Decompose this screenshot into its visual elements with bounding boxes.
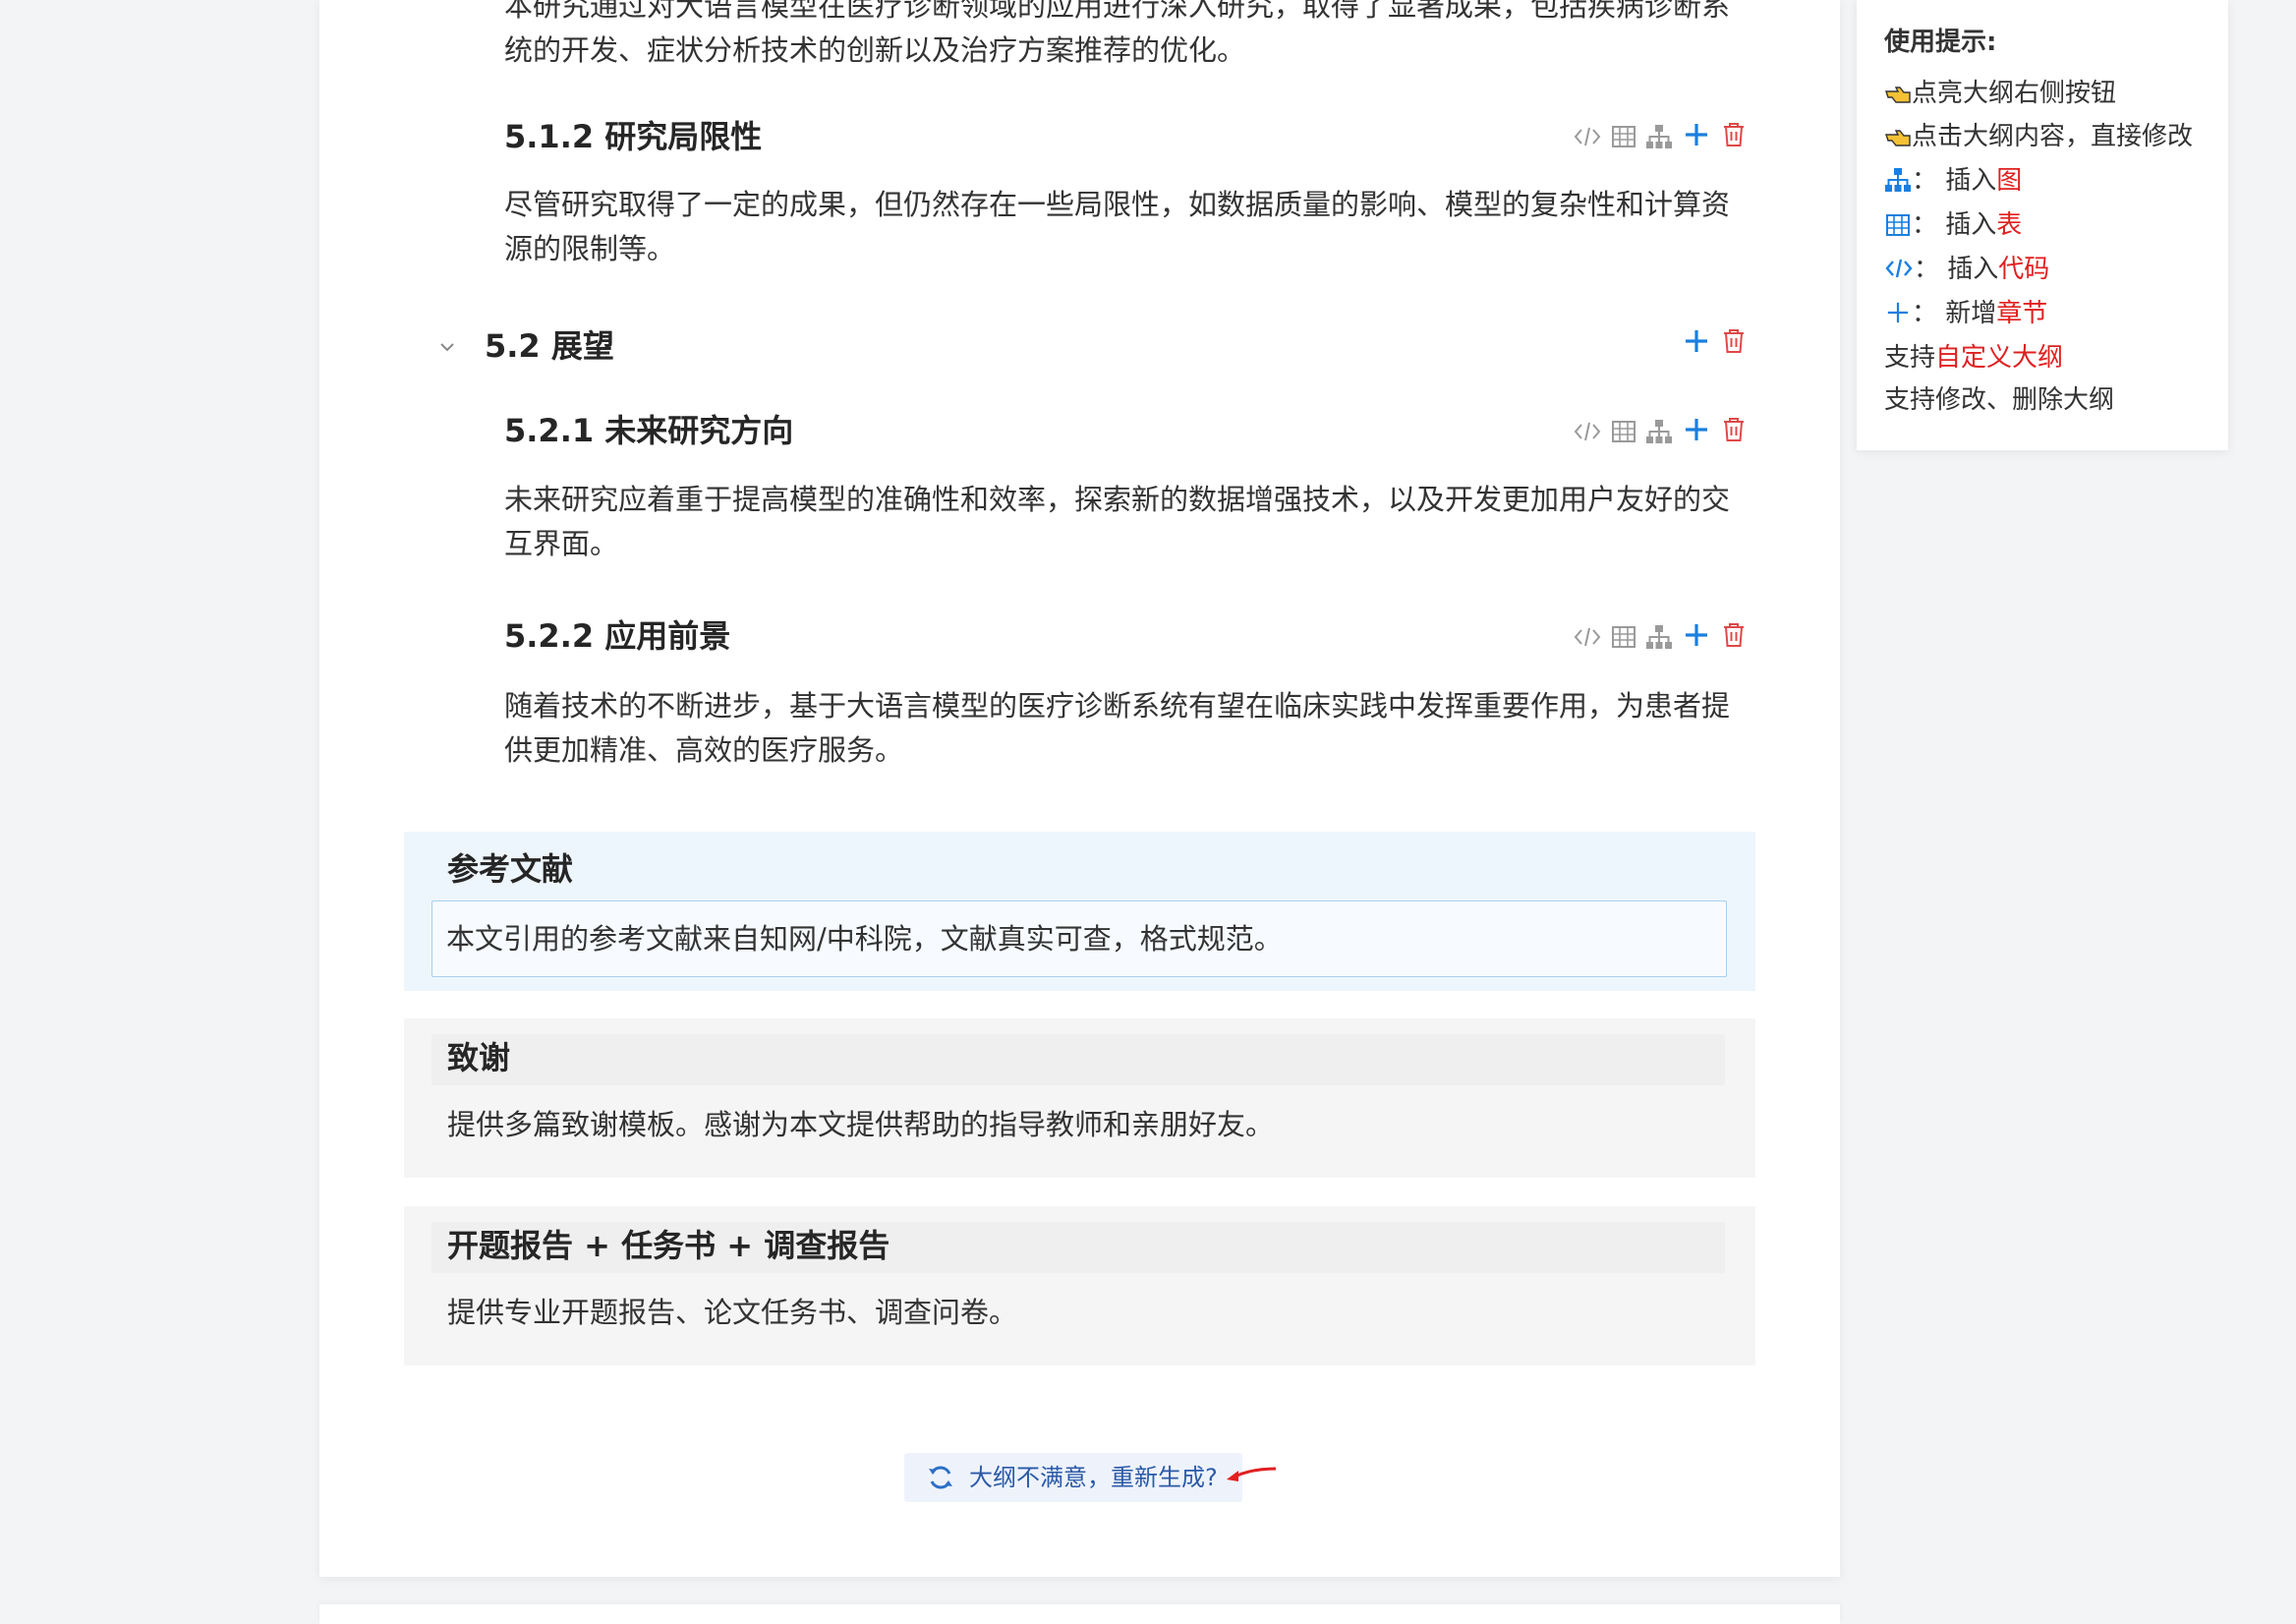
thanks-title: 致谢 [447,1039,511,1076]
tip-insert-figure: ： 插入图 [1884,164,2022,198]
diagram-icon [1885,168,1911,192]
tip-click-outline-text: 点击大纲内容，直接修改 [1912,122,2194,151]
collapse-chevron-icon[interactable] [436,336,458,358]
delete-icon[interactable] [1722,417,1746,442]
tip-insert-table-highlight: 表 [1996,210,2023,240]
table-icon [1886,214,1910,236]
references-input[interactable]: 本文引用的参考文献来自知网/中科院，文献真实可查，格式规范。 [431,900,1727,977]
add-section-icon[interactable] [1684,328,1709,354]
section-5-2-1-line-1: 未来研究应着重于提高模型的准确性和效率，探索新的数据增强技术，以及开发更加用户友… [504,483,1731,516]
pointing-hand-icon [1885,130,1911,146]
tip-edit-outline: 支持修改、删除大纲 [1884,385,2115,415]
section-5-2-2-line-2: 供更加精准、高效的医疗服务。 [504,733,904,767]
intro-line-2: 统的开发、症状分析技术的创新以及治疗方案推荐的优化。 [504,33,1246,67]
intro-line-1: 本研究通过对大语言模型在医疗诊断领域的应用进行深入研究，取得了显著成果，包括疾病… [504,0,1731,23]
tips-title: 使用提示: [1884,28,1997,57]
reports-text: 提供专业开题报告、论文任务书、调查问卷。 [447,1296,1018,1329]
references-title: 参考文献 [447,850,574,888]
delete-icon[interactable] [1722,122,1746,147]
refresh-icon [929,1466,952,1489]
tip-insert-figure-highlight: 图 [1996,166,2023,196]
regenerate-label: 大纲不满意，重新生成? [969,1464,1218,1491]
table-icon[interactable] [1612,421,1636,442]
section-5-2-1-line-2: 互界面。 [504,527,619,560]
tip-insert-code-text: ： 插入 [1914,255,1999,284]
section-5-1-2-line-2: 源的限制等。 [504,232,676,265]
section-5-1-2-line-1: 尽管研究取得了一定的成果，但仍然存在一些局限性，如数据质量的影响、模型的复杂性和… [504,188,1731,221]
section-5-1-2-title[interactable]: 5.1.2 研究局限性 [504,117,762,156]
section-5-2-2-body[interactable]: 随着技术的不断进步，基于大语言模型的医疗诊断系统有望在临床实践中发挥重要作用，为… [504,684,1731,773]
add-section-icon [1887,302,1909,323]
reports-box: 开题报告 + 任务书 + 调查报告 提供专业开题报告、论文任务书、调查问卷。 [404,1206,1755,1365]
tip-add-section: ： 新增章节 [1884,297,2047,330]
code-icon[interactable] [1573,419,1602,444]
delete-icon[interactable] [1722,328,1746,354]
section-5-2-1-body[interactable]: 未来研究应着重于提高模型的准确性和效率，探索新的数据增强技术，以及开发更加用户友… [504,478,1731,566]
thanks-title-bar [431,1034,1725,1085]
tip-custom-outline-highlight: 自定义大纲 [1935,343,2064,373]
regenerate-button[interactable]: 大纲不满意，重新生成? [904,1453,1242,1502]
tip-add-section-highlight: 章节 [1996,299,2048,328]
section-5-1-2-body[interactable]: 尽管研究取得了一定的成果，但仍然存在一些局限性，如数据质量的影响、模型的复杂性和… [504,183,1731,271]
diagram-icon[interactable] [1645,124,1673,149]
table-icon[interactable] [1612,626,1636,648]
tip-custom-outline: 支持自定义大纲 [1884,341,2063,375]
tip-add-section-text: ： 新增 [1912,299,1997,328]
code-icon[interactable] [1573,624,1602,650]
section-5-2-2-line-1: 随着技术的不断进步，基于大语言模型的医疗诊断系统有望在临床实践中发挥重要作用，为… [504,689,1731,723]
section-5-2-2-title[interactable]: 5.2.2 应用前景 [504,616,730,656]
references-text: 本文引用的参考文献来自知网/中科院，文献真实可查，格式规范。 [446,922,1283,956]
tip-insert-table-text: ： 插入 [1912,210,1997,240]
tip-custom-outline-text: 支持 [1884,343,1936,373]
add-section-icon[interactable] [1684,417,1709,442]
reports-title: 开题报告 + 任务书 + 调查报告 [447,1227,890,1264]
tip-insert-code-highlight: 代码 [1998,255,2050,284]
code-icon [1885,259,1913,278]
tip-click-outline: 点击大纲内容，直接修改 [1884,120,2193,153]
tip-insert-figure-text: ： 插入 [1912,166,1997,196]
section-5-2-1-title[interactable]: 5.2.1 未来研究方向 [504,411,793,450]
code-icon[interactable] [1573,124,1602,149]
add-section-icon[interactable] [1684,122,1709,147]
intro-paragraph[interactable]: 本研究通过对大语言模型在医疗诊断领域的应用进行深入研究，取得了显著成果，包括疾病… [504,0,1731,73]
diagram-icon[interactable] [1645,624,1673,650]
references-box: 参考文献 本文引用的参考文献来自知网/中科院，文献真实可查，格式规范。 [404,832,1755,991]
table-icon[interactable] [1612,126,1636,147]
tip-insert-table: ： 插入表 [1884,208,2022,242]
tip-light-buttons: 点亮大纲右侧按钮 [1884,77,2116,110]
tip-insert-code: ： 插入代码 [1884,253,2049,286]
pointing-hand-icon [1885,87,1911,103]
pointer-arrow-icon [1227,1467,1277,1481]
add-section-icon[interactable] [1684,622,1709,648]
thanks-text: 提供多篇致谢模板。感谢为本文提供帮助的指导教师和亲朋好友。 [447,1108,1275,1141]
usage-tips-panel: 使用提示: 点亮大纲右侧按钮 点击大纲内容，直接修改 ： 插入图 ： 插入表 ：… [1857,0,2228,450]
delete-icon[interactable] [1722,622,1746,648]
tip-light-buttons-text: 点亮大纲右侧按钮 [1912,79,2117,108]
section-5-2-title[interactable]: 5.2 展望 [485,326,614,366]
thanks-box: 致谢 提供多篇致谢模板。感谢为本文提供帮助的指导教师和亲朋好友。 [404,1018,1755,1178]
next-card [319,1604,1840,1624]
diagram-icon[interactable] [1645,419,1673,444]
